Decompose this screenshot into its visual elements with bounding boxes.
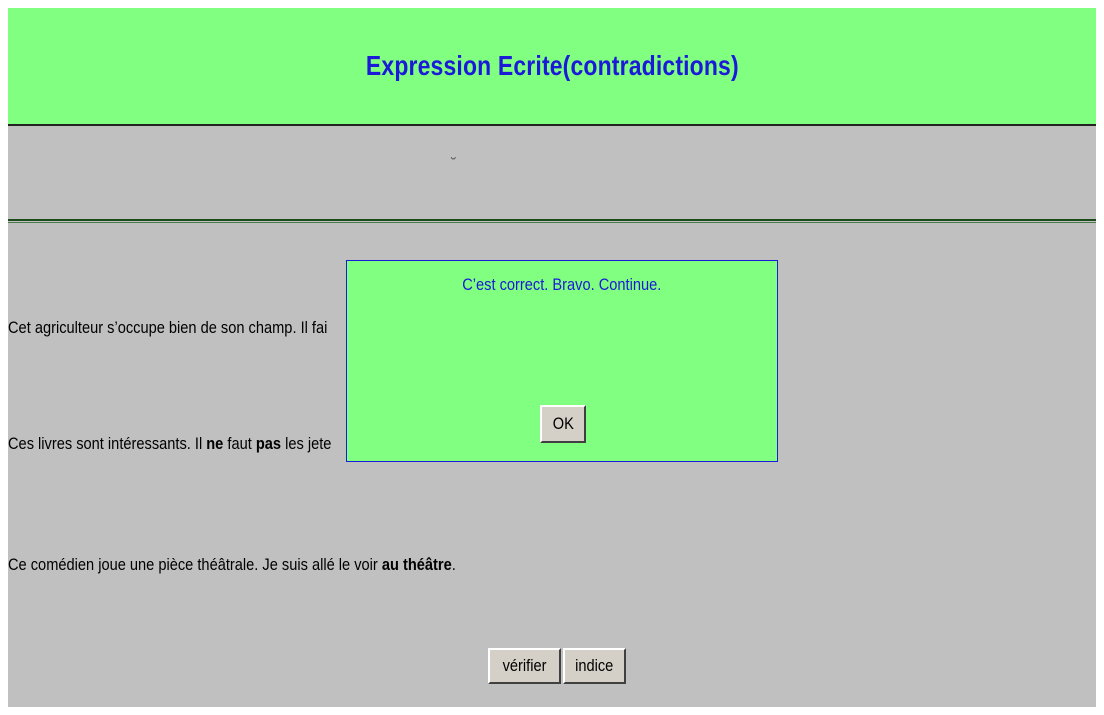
sentence-text: Ce comédien joue une pièce théâtrale. Je… [8, 555, 382, 574]
sentence-text: . [451, 555, 456, 574]
hint-button-label: indice [575, 656, 614, 675]
separator-line [8, 219, 1096, 221]
sentence-text: les jete [281, 434, 332, 453]
exercise-page: Expression Ecrite(contradictions) ˘ Cet … [8, 8, 1096, 707]
exercise-sentence-2: Ces livres sont intéressants. Il ne faut… [8, 434, 331, 454]
exercise-sentence-3: Ce comédien joue une pièce théâtrale. Je… [8, 555, 456, 575]
sentence-text: Ces livres sont intéressants. Il [8, 434, 207, 453]
separator-line-lower [8, 222, 1096, 223]
ok-button[interactable]: OK [540, 405, 586, 443]
sentence-bold-text: ne [206, 434, 224, 453]
verify-button-label: vérifier [502, 656, 547, 675]
page-header: Expression Ecrite(contradictions) [8, 8, 1096, 126]
sentence-bold-text: pas [255, 434, 282, 453]
hint-button[interactable]: indice [563, 648, 626, 684]
feedback-dialog: C’est correct. Bravo. Continue. OK [346, 260, 778, 462]
accent-glyph: ˘ [451, 156, 457, 173]
ok-button-label: OK [552, 414, 574, 433]
feedback-message: C’est correct. Bravo. Continue. [347, 275, 777, 295]
sentence-text: Cet agriculteur s’occupe bien de son cha… [8, 318, 328, 337]
instruction-bar: ˘ [8, 126, 1096, 218]
verify-button[interactable]: vérifier [488, 648, 561, 684]
sentence-bold-text: au théâtre [381, 555, 452, 574]
page-title: Expression Ecrite(contradictions) [365, 50, 739, 81]
sentence-text: faut [223, 434, 256, 453]
feedback-message-text: C’est correct. Bravo. Continue. [462, 275, 662, 294]
exercise-sentence-1: Cet agriculteur s’occupe bien de son cha… [8, 318, 327, 338]
